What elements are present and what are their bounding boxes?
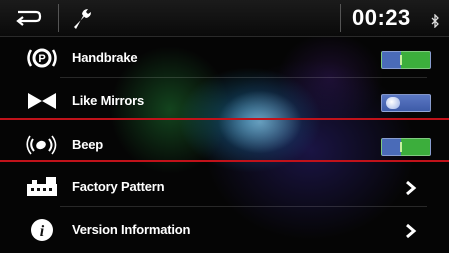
setting-row-like-mirrors[interactable]: Like Mirrors (0, 81, 449, 121)
chevron-right-icon[interactable] (405, 223, 417, 239)
back-arrow-icon (16, 10, 42, 26)
setting-label: Version Information (72, 222, 191, 237)
bluetooth-icon (431, 14, 439, 28)
wrench-icon (74, 9, 91, 29)
beep-toggle[interactable] (381, 138, 431, 156)
separator (340, 4, 341, 32)
handbrake-toggle[interactable] (381, 51, 431, 69)
setting-label: Beep (72, 137, 103, 152)
settings-screen: 00:23 P Handbrake Like Mirrors Beep Fact… (0, 0, 449, 253)
setting-label: Handbrake (72, 50, 138, 65)
status-bar: 00:23 (0, 0, 449, 37)
highlight-line-bottom (0, 160, 449, 162)
like-mirrors-toggle[interactable] (381, 94, 431, 112)
mirror-flip-icon (28, 93, 56, 109)
setting-label: Like Mirrors (72, 93, 145, 108)
setting-label: Factory Pattern (72, 179, 165, 194)
back-button[interactable] (0, 0, 58, 36)
row-divider (60, 206, 427, 207)
settings-tool-button[interactable] (70, 5, 100, 31)
setting-row-version-information[interactable]: i Version Information (0, 210, 449, 250)
separator (58, 4, 59, 32)
clock: 00:23 (352, 5, 411, 30)
toggle-knob (400, 142, 403, 152)
parking-brake-icon: P (27, 48, 57, 68)
row-divider (60, 77, 427, 78)
toggle-knob (386, 97, 400, 109)
setting-row-handbrake[interactable]: P Handbrake (0, 38, 449, 78)
svg-text:P: P (38, 53, 45, 65)
highlight-line-top (0, 118, 449, 120)
svg-text:i: i (40, 223, 45, 240)
beep-sound-icon (26, 135, 57, 155)
info-icon: i (31, 219, 53, 241)
setting-row-beep[interactable]: Beep (0, 125, 449, 165)
chevron-right-icon[interactable] (405, 180, 417, 196)
toggle-knob (400, 55, 403, 65)
factory-icon (27, 177, 57, 196)
setting-row-factory-pattern[interactable]: Factory Pattern (0, 167, 449, 207)
